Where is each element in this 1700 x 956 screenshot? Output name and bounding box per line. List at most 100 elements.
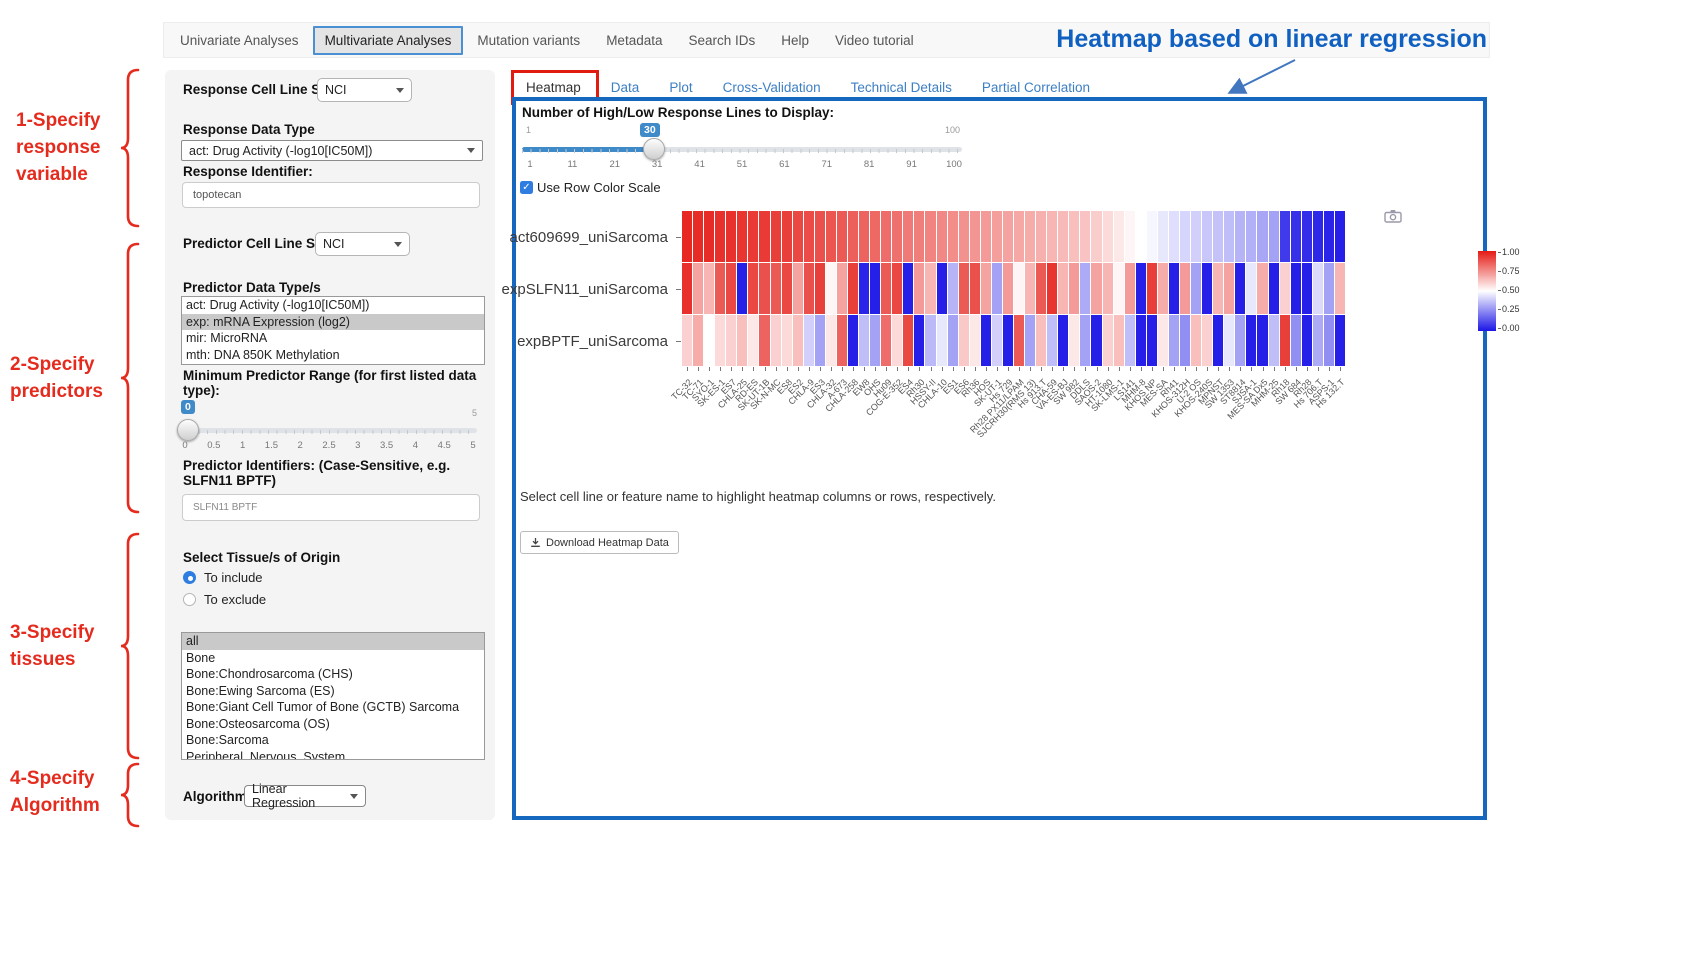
heatmap-cell[interactable] — [892, 211, 902, 262]
heatmap-cell[interactable] — [782, 211, 792, 262]
heatmap-cell[interactable] — [748, 263, 758, 314]
heatmap-cell[interactable] — [837, 315, 847, 366]
heatmap-cell[interactable] — [704, 211, 714, 262]
predictor-data-types-listbox[interactable]: act: Drug Activity (-log10[IC50M])exp: m… — [181, 296, 485, 365]
tissue-option-all[interactable]: all — [182, 633, 484, 650]
heatmap-cell[interactable] — [970, 315, 980, 366]
heatmap-cell[interactable] — [981, 211, 991, 262]
nav-tab-help[interactable]: Help — [769, 26, 821, 55]
tissue-option-bone-sarcoma[interactable]: Bone:Sarcoma — [182, 732, 484, 749]
heatmap-cell[interactable] — [837, 211, 847, 262]
download-heatmap-data-button[interactable]: Download Heatmap Data — [520, 531, 679, 554]
heatmap-cell[interactable] — [1014, 211, 1024, 262]
heatmap-cell[interactable] — [1114, 263, 1124, 314]
heatmap-cell[interactable] — [937, 263, 947, 314]
heatmap-cell[interactable] — [1025, 211, 1035, 262]
heatmap-cell[interactable] — [815, 315, 825, 366]
heatmap-cell[interactable] — [1280, 211, 1290, 262]
heatmap-cell[interactable] — [704, 263, 714, 314]
heatmap-cell[interactable] — [981, 263, 991, 314]
heatmap-cell[interactable] — [1069, 315, 1079, 366]
heatmap-cell[interactable] — [1058, 263, 1068, 314]
heatmap-cell[interactable] — [715, 211, 725, 262]
heatmap-cell[interactable] — [959, 263, 969, 314]
heatmap-cell[interactable] — [715, 315, 725, 366]
heatmap-cell[interactable] — [1302, 315, 1312, 366]
heatmap-cell[interactable] — [1235, 263, 1245, 314]
tissue-option-bone-osteosarcoma-os[interactable]: Bone:Osteosarcoma (OS) — [182, 716, 484, 733]
predictor-cell-line-set-select[interactable]: NCI — [315, 232, 410, 256]
heatmap-cell[interactable] — [1025, 263, 1035, 314]
heatmap-cell[interactable] — [1202, 211, 1212, 262]
heatmap-cell[interactable] — [1246, 315, 1256, 366]
heatmap-cell[interactable] — [815, 263, 825, 314]
heatmap-cell[interactable] — [870, 211, 880, 262]
heatmap-cell[interactable] — [715, 263, 725, 314]
heatmap-cell[interactable] — [992, 315, 1002, 366]
heatmap-cell[interactable] — [1036, 263, 1046, 314]
tissue-option-bone-ewing-sarcoma-es[interactable]: Bone:Ewing Sarcoma (ES) — [182, 683, 484, 700]
tissue-option-peripheral-nervous-system[interactable]: Peripheral_Nervous_System — [182, 749, 484, 761]
heatmap-cell[interactable] — [1114, 211, 1124, 262]
heatmap-cell[interactable] — [992, 263, 1002, 314]
heatmap-cell[interactable] — [892, 263, 902, 314]
heatmap-cell[interactable] — [1125, 315, 1135, 366]
heatmap-cell[interactable] — [1180, 263, 1190, 314]
nav-tab-multivariate-analyses[interactable]: Multivariate Analyses — [313, 26, 464, 55]
heatmap-cell[interactable] — [1246, 263, 1256, 314]
tab-cross-validation[interactable]: Cross-Validation — [721, 76, 823, 99]
heatmap-cell[interactable] — [870, 315, 880, 366]
heatmap-cell[interactable] — [881, 315, 891, 366]
predictor-type-option-exp-mrna-expression-log2[interactable]: exp: mRNA Expression (log2) — [182, 314, 484, 331]
heatmap-cell[interactable] — [1125, 263, 1135, 314]
heatmap-cell[interactable] — [1313, 315, 1323, 366]
heatmap-cell[interactable] — [793, 211, 803, 262]
response-lines-slider[interactable]: 1 100 30 1112131415161718191100 — [522, 123, 962, 175]
heatmap-cell[interactable] — [881, 211, 891, 262]
heatmap-cell[interactable] — [1136, 211, 1146, 262]
heatmap-cell[interactable] — [848, 315, 858, 366]
heatmap-cell[interactable] — [1169, 315, 1179, 366]
heatmap-cell[interactable] — [1335, 263, 1345, 314]
heatmap-cell[interactable] — [837, 263, 847, 314]
heatmap-cell[interactable] — [737, 211, 747, 262]
heatmap-cell[interactable] — [826, 315, 836, 366]
heatmap-cell[interactable] — [948, 211, 958, 262]
heatmap-cell[interactable] — [726, 315, 736, 366]
heatmap-cell[interactable] — [1091, 263, 1101, 314]
heatmap-cell[interactable] — [737, 263, 747, 314]
heatmap-cell[interactable] — [1091, 211, 1101, 262]
tissue-option-bone-chondrosarcoma-chs[interactable]: Bone:Chondrosarcoma (CHS) — [182, 666, 484, 683]
heatmap-cell[interactable] — [1169, 263, 1179, 314]
heatmap-cell[interactable] — [1257, 263, 1267, 314]
heatmap-cell[interactable] — [1003, 315, 1013, 366]
heatmap-cell[interactable] — [1291, 315, 1301, 366]
heatmap-cell[interactable] — [1269, 263, 1279, 314]
heatmap-cell[interactable] — [1147, 211, 1157, 262]
heatmap-cell[interactable] — [1213, 263, 1223, 314]
heatmap-cell[interactable] — [815, 211, 825, 262]
heatmap-cell[interactable] — [1158, 263, 1168, 314]
heatmap-row-label-expbptf-unisarcoma[interactable]: expBPTF_uniSarcoma — [516, 315, 676, 367]
heatmap-cell[interactable] — [737, 315, 747, 366]
heatmap-cell[interactable] — [1180, 315, 1190, 366]
heatmap-cell[interactable] — [1180, 211, 1190, 262]
heatmap-cell[interactable] — [948, 315, 958, 366]
heatmap-cell[interactable] — [804, 263, 814, 314]
heatmap-cell[interactable] — [948, 263, 958, 314]
heatmap-cell[interactable] — [1014, 263, 1024, 314]
heatmap-cell[interactable] — [1191, 263, 1201, 314]
heatmap-cell[interactable] — [1091, 315, 1101, 366]
heatmap-cell[interactable] — [1069, 211, 1079, 262]
heatmap-cell[interactable] — [1324, 263, 1334, 314]
heatmap-cell[interactable] — [1014, 315, 1024, 366]
heatmap-cell[interactable] — [693, 263, 703, 314]
heatmap-cell[interactable] — [1335, 211, 1345, 262]
nav-tab-mutation-variants[interactable]: Mutation variants — [465, 26, 592, 55]
heatmap-cell[interactable] — [1191, 315, 1201, 366]
heatmap-cell[interactable] — [1313, 211, 1323, 262]
heatmap-cell[interactable] — [1280, 263, 1290, 314]
heatmap-cell[interactable] — [782, 263, 792, 314]
heatmap-cell[interactable] — [1036, 211, 1046, 262]
heatmap-cell[interactable] — [937, 211, 947, 262]
